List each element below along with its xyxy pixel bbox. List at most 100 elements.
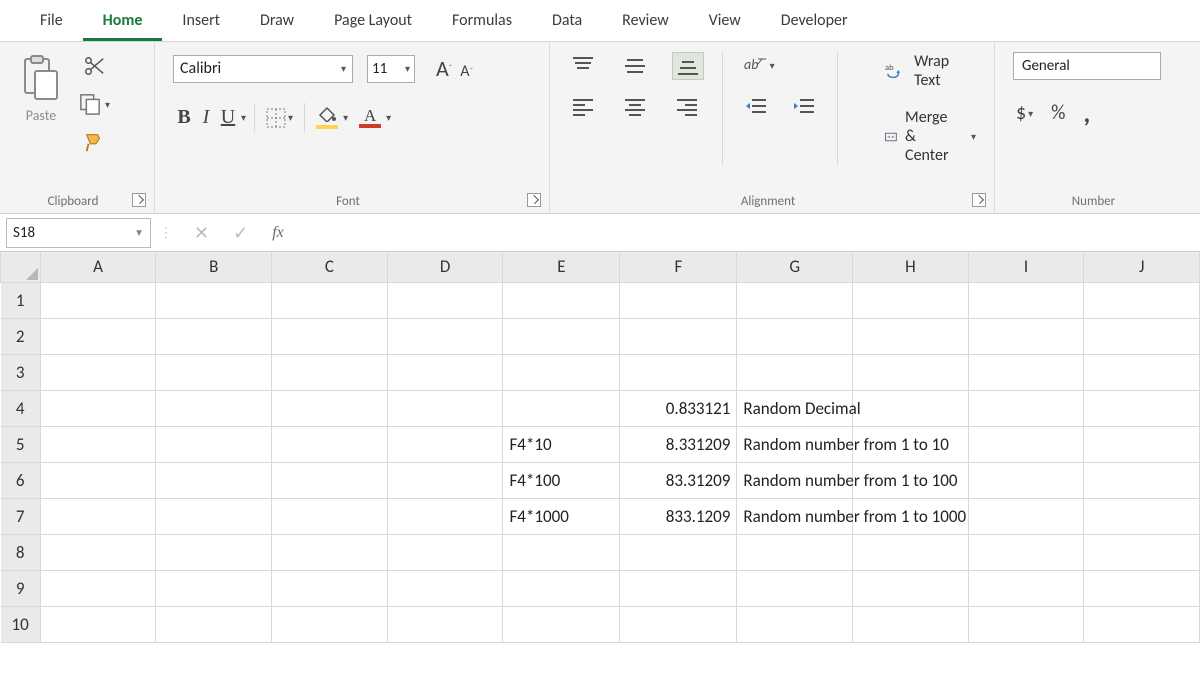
cell-J8[interactable] [1084,534,1200,570]
tab-data[interactable]: Data [532,1,602,41]
column-header-D[interactable]: D [387,252,503,282]
cell-C3[interactable] [272,354,388,390]
cell-H8[interactable] [853,534,969,570]
cell-E6[interactable]: F4*100 [503,462,620,498]
fill-color-button[interactable] [313,103,341,132]
align-middle-button[interactable] [620,52,650,80]
font-color-button[interactable]: A [356,104,384,131]
cell-E9[interactable] [503,570,620,606]
number-format-select[interactable]: General [1013,52,1161,80]
cell-F7[interactable]: 833.1209 [620,498,737,534]
row-header-4[interactable]: 4 [1,390,41,426]
cell-C2[interactable] [272,318,388,354]
cell-J3[interactable] [1084,354,1200,390]
cell-B9[interactable] [156,570,272,606]
cell-E7[interactable]: F4*1000 [503,498,620,534]
row-header-1[interactable]: 1 [1,282,41,318]
name-box[interactable]: S18 ▼ [6,218,151,248]
cut-button[interactable] [74,52,113,80]
cell-G2[interactable] [737,318,853,354]
comma-format-button[interactable]: , [1080,110,1093,116]
cell-J2[interactable] [1084,318,1200,354]
cell-B3[interactable] [156,354,272,390]
cell-F6[interactable]: 83.31209 [620,462,737,498]
align-left-button[interactable] [568,94,598,120]
cell-C7[interactable] [272,498,388,534]
italic-button[interactable]: I [195,103,217,132]
row-header-10[interactable]: 10 [1,606,41,642]
cell-B2[interactable] [156,318,272,354]
row-header-8[interactable]: 8 [1,534,41,570]
cell-F9[interactable] [620,570,737,606]
cell-I6[interactable] [968,462,1084,498]
grow-font-button[interactable]: Aˆ [433,52,455,85]
font-family-select[interactable]: Calibri ▾ [173,55,353,83]
column-header-G[interactable]: G [737,252,853,282]
cell-D6[interactable] [387,462,503,498]
cell-A1[interactable] [40,282,156,318]
select-all-cell[interactable] [1,252,41,282]
cell-G5[interactable]: Random number from 1 to 10 [737,426,853,462]
formula-input[interactable] [295,218,1200,248]
cell-H2[interactable] [853,318,969,354]
cell-I4[interactable] [968,390,1084,426]
cell-I8[interactable] [968,534,1084,570]
cancel-formula-button[interactable]: ✕ [191,219,212,247]
cell-A8[interactable] [40,534,156,570]
enter-formula-button[interactable]: ✓ [230,219,251,247]
column-header-A[interactable]: A [40,252,156,282]
cell-H6[interactable] [853,462,969,498]
cell-A3[interactable] [40,354,156,390]
cell-J10[interactable] [1084,606,1200,642]
cell-H10[interactable] [853,606,969,642]
cell-D3[interactable] [387,354,503,390]
cell-I3[interactable] [968,354,1084,390]
cell-F4[interactable]: 0.833121 [620,390,737,426]
clipboard-launcher[interactable] [132,193,146,207]
accounting-format-button[interactable]: $ ▾ [1013,98,1036,128]
merge-center-button[interactable]: Merge & Center ▾ [885,108,976,165]
align-top-button[interactable] [568,52,598,80]
cell-B4[interactable] [156,390,272,426]
cell-J7[interactable] [1084,498,1200,534]
cell-I10[interactable] [968,606,1084,642]
cell-B6[interactable] [156,462,272,498]
cell-G10[interactable] [737,606,853,642]
cell-A9[interactable] [40,570,156,606]
borders-button[interactable]: ▾ [263,105,296,131]
cell-H1[interactable] [853,282,969,318]
column-header-B[interactable]: B [156,252,272,282]
cell-C1[interactable] [272,282,388,318]
row-header-5[interactable]: 5 [1,426,41,462]
cell-C10[interactable] [272,606,388,642]
cell-A4[interactable] [40,390,156,426]
cell-B7[interactable] [156,498,272,534]
cell-A2[interactable] [40,318,156,354]
cell-D8[interactable] [387,534,503,570]
cell-G4[interactable]: Random Decimal [737,390,853,426]
cell-H9[interactable] [853,570,969,606]
cell-D2[interactable] [387,318,503,354]
cell-A6[interactable] [40,462,156,498]
cell-H5[interactable] [853,426,969,462]
tab-insert[interactable]: Insert [162,1,240,41]
insert-function-button[interactable]: fx [269,221,287,245]
tab-review[interactable]: Review [602,1,689,41]
underline-button[interactable]: U [217,103,239,132]
font-launcher[interactable] [527,193,541,207]
align-center-button[interactable] [620,94,650,120]
cell-C9[interactable] [272,570,388,606]
cell-A7[interactable] [40,498,156,534]
cell-I7[interactable] [968,498,1084,534]
cell-G8[interactable] [737,534,853,570]
cell-F1[interactable] [620,282,737,318]
cell-D10[interactable] [387,606,503,642]
grid[interactable]: ABCDEFGHIJ12340.833121Random Decimal5F4*… [0,252,1200,686]
tab-page-layout[interactable]: Page Layout [314,1,432,41]
row-header-3[interactable]: 3 [1,354,41,390]
align-right-button[interactable] [672,94,702,120]
cell-J4[interactable] [1084,390,1200,426]
cell-G6[interactable]: Random number from 1 to 100 [737,462,853,498]
cell-J6[interactable] [1084,462,1200,498]
cell-E4[interactable] [503,390,620,426]
